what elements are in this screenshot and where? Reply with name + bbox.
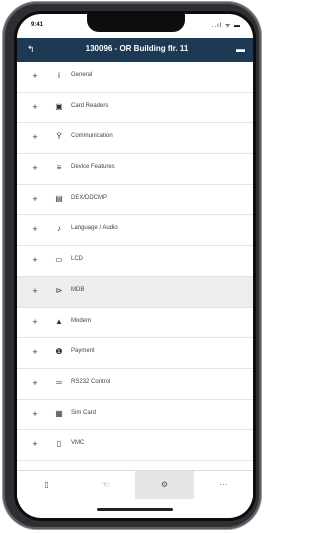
expand-plus-icon[interactable]: + xyxy=(30,286,40,296)
list-item-label: RS232 Control xyxy=(71,378,111,385)
cable-icon: ═ xyxy=(56,377,62,387)
hand-icon: ☜ xyxy=(101,480,110,489)
list-item-label: MDB xyxy=(71,286,85,293)
expand-plus-icon[interactable]: + xyxy=(30,378,40,388)
list-item[interactable]: + ❶ Payment xyxy=(17,338,253,369)
expand-plus-icon[interactable]: + xyxy=(30,132,40,142)
device-icon: ▯ xyxy=(44,480,49,489)
status-indicators: ..ıl ᯤ ▬ xyxy=(211,23,241,29)
tab-settings[interactable]: ⚙ xyxy=(135,471,194,499)
tab-bar: ▯ ☜ ⚙ ··· xyxy=(17,470,253,499)
expand-plus-icon[interactable]: + xyxy=(30,439,40,449)
list-item-label: VMC xyxy=(71,440,85,447)
list-item[interactable]: + ═ RS232 Control xyxy=(17,369,253,400)
audio-icon: ♪ xyxy=(57,224,61,234)
list-item-label: Language / Audio xyxy=(71,225,118,232)
list-item-label: Card Readers xyxy=(71,102,109,109)
document-icon: ▤ xyxy=(55,193,63,203)
list-item-label: Payment xyxy=(71,348,95,355)
expand-plus-icon[interactable]: + xyxy=(30,71,40,81)
expand-plus-icon[interactable]: + xyxy=(30,317,40,327)
back-icon[interactable]: ↰ xyxy=(27,44,35,55)
list-item[interactable]: + ▦ Sim Card xyxy=(17,400,253,431)
list-item-label: Device Features xyxy=(71,164,115,171)
settings-list: + i General + ▣ Card Readers + Ÿ Communication + ≡… xyxy=(17,62,253,461)
expand-plus-icon[interactable]: + xyxy=(30,347,40,357)
settings-icon: ⚙ xyxy=(160,480,169,489)
home-indicator[interactable] xyxy=(97,508,173,511)
list-item-label: Communication xyxy=(71,133,113,140)
list-item[interactable]: + i General xyxy=(17,62,253,93)
expand-plus-icon[interactable]: + xyxy=(30,102,40,112)
status-bar: 9:41 ..ıl ᯤ ▬ xyxy=(17,14,253,38)
list-item[interactable]: + ≡ Device Features xyxy=(17,154,253,185)
expand-plus-icon[interactable]: + xyxy=(30,255,40,265)
info-icon: i xyxy=(58,71,60,80)
tab-hand[interactable]: ☜ xyxy=(76,471,135,499)
tab-more[interactable]: ··· xyxy=(194,471,253,499)
modem-icon: ▲ xyxy=(55,316,63,326)
expand-plus-icon[interactable]: + xyxy=(30,194,40,204)
sim-card-icon: ▦ xyxy=(55,408,63,418)
page-title: 130096 - OR Building flr. 11 xyxy=(85,44,189,53)
expand-plus-icon[interactable]: + xyxy=(30,224,40,234)
expand-plus-icon[interactable]: + xyxy=(30,163,40,173)
connector-icon: ⊳ xyxy=(55,285,63,295)
list-item[interactable]: + ▯ VMC xyxy=(17,430,253,461)
card-reader-icon: ▣ xyxy=(55,101,63,111)
antenna-icon: Ÿ xyxy=(56,132,62,142)
list-item[interactable]: + ♪ Language / Audio xyxy=(17,215,253,247)
list-item[interactable]: + Ÿ Communication xyxy=(17,123,253,155)
more-icon: ··· xyxy=(219,480,228,489)
list-item-label: Sim Card xyxy=(71,409,97,416)
machine-icon: ▯ xyxy=(56,439,62,449)
app-header: ↰ 130096 - OR Building flr. 11 ▬ xyxy=(17,38,253,62)
list-item[interactable]: + ▣ Card Readers xyxy=(17,93,253,124)
app-screen: 9:41 ..ıl ᯤ ▬ ↰ 130096 - OR Building flr… xyxy=(17,14,253,518)
list-item[interactable]: + ▤ DEX/DDCMP xyxy=(17,185,253,216)
payment-icon: ❶ xyxy=(55,347,63,357)
list-item-label: DEX/DDCMP xyxy=(71,194,108,201)
list-item[interactable]: + ⊳ MDB xyxy=(17,276,253,308)
list-item-label: General xyxy=(71,72,93,78)
status-time: 9:41 xyxy=(31,22,44,28)
keyboard-icon[interactable]: ▬ xyxy=(236,44,245,54)
screen-icon: ▭ xyxy=(55,255,63,265)
tab-device[interactable]: ▯ xyxy=(17,471,76,499)
list-item-label: Modem xyxy=(71,317,92,324)
expand-plus-icon[interactable]: + xyxy=(30,409,40,419)
list-item[interactable]: + ▲ Modem xyxy=(17,308,253,339)
list-item[interactable]: + ▭ LCD xyxy=(17,246,253,277)
list-item-label: LCD xyxy=(71,256,84,263)
features-icon: ≡ xyxy=(56,163,62,173)
